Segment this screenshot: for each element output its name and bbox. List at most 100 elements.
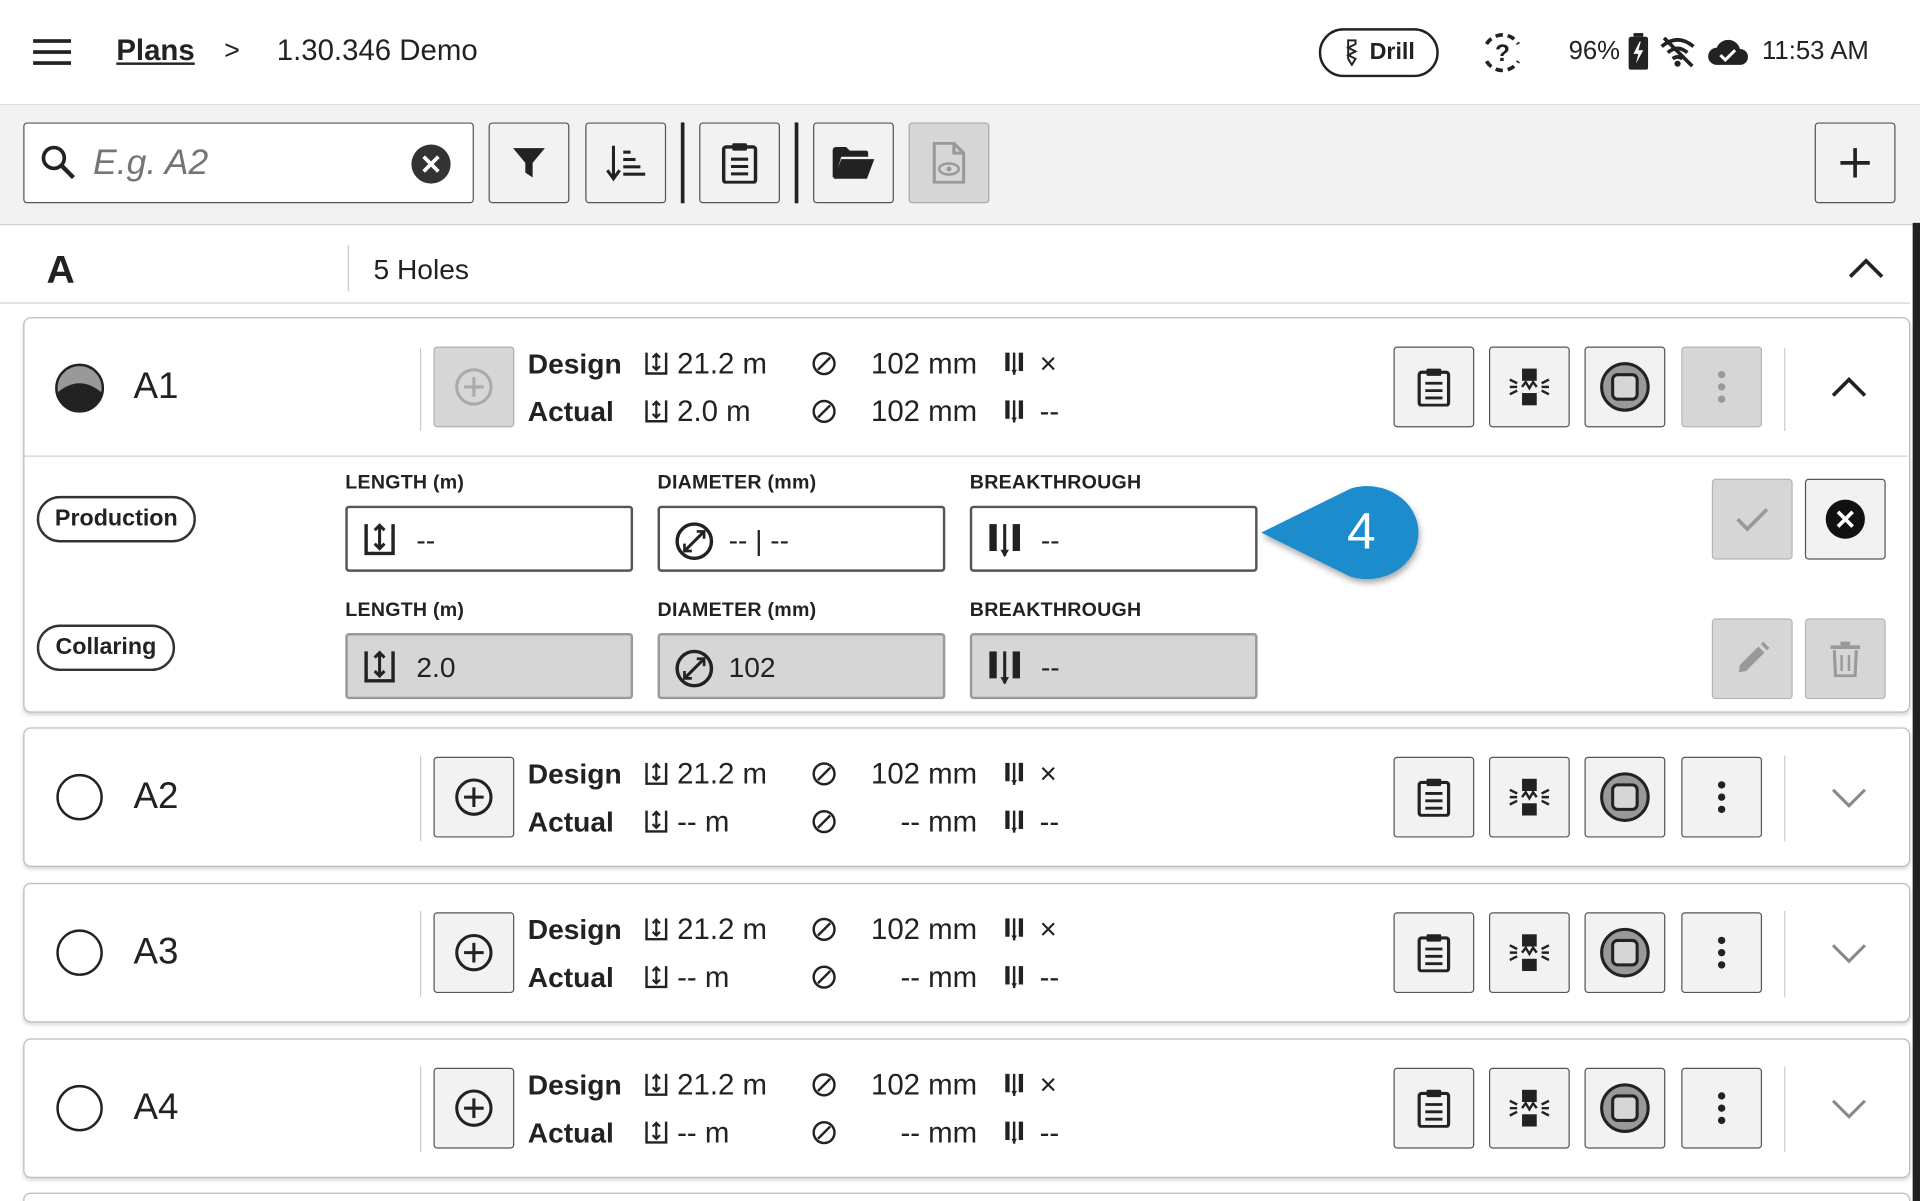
- menu-icon[interactable]: [33, 38, 72, 67]
- search-box[interactable]: [23, 122, 474, 204]
- expand-chevron-icon[interactable]: [1829, 786, 1868, 810]
- more-options-button[interactable]: [1681, 1067, 1763, 1149]
- check-icon: [1736, 508, 1769, 532]
- actual-breakthrough: --: [1039, 1116, 1060, 1150]
- add-hole-button[interactable]: [1814, 122, 1896, 204]
- clear-search-icon[interactable]: [410, 143, 452, 185]
- production-length-input[interactable]: --: [345, 505, 634, 572]
- cancel-button[interactable]: [1804, 478, 1886, 560]
- add-circle-icon: [455, 778, 493, 816]
- breakthrough-button[interactable]: [1488, 756, 1570, 838]
- design-diameter: 102 mm: [870, 347, 978, 381]
- design-breakthrough: ×: [1039, 913, 1057, 947]
- hole-notes-button[interactable]: [1393, 346, 1475, 428]
- clipboard-icon: [1417, 1089, 1451, 1128]
- search-input[interactable]: [93, 138, 400, 188]
- hole-notes-button[interactable]: [1393, 756, 1475, 838]
- breadcrumb-plans-link[interactable]: Plans: [116, 34, 194, 68]
- cloud-done-icon: [1708, 39, 1748, 65]
- stop-button[interactable]: [1584, 912, 1666, 994]
- more-options-button[interactable]: [1681, 912, 1763, 994]
- notes-button[interactable]: [699, 122, 781, 204]
- folder-open-icon: [832, 146, 875, 179]
- stop-button[interactable]: [1584, 346, 1666, 428]
- hole-count: 5 Holes: [373, 253, 469, 286]
- expand-chevron-icon[interactable]: [1829, 1097, 1868, 1121]
- stop-circle-icon: [1600, 1083, 1650, 1133]
- group-header[interactable]: A 5 Holes: [0, 232, 1911, 304]
- card-divider: [420, 755, 422, 842]
- clipboard-icon: [1417, 778, 1451, 817]
- hole-card: [23, 1192, 1911, 1201]
- design-length: 21.2 m: [677, 757, 767, 792]
- edit-button[interactable]: [1711, 618, 1793, 700]
- breakthrough-burst-icon: [1509, 1089, 1550, 1127]
- drill-bit-icon: [1345, 39, 1358, 67]
- plus-icon: [1840, 148, 1870, 178]
- scrollbar[interactable]: [1912, 222, 1920, 1201]
- hole-status-radio[interactable]: [56, 1084, 103, 1132]
- battery-charging-icon: [1628, 33, 1649, 70]
- design-diameter: 102 mm: [870, 1068, 978, 1103]
- actual-length: 2.0 m: [677, 395, 751, 429]
- breakthrough-button[interactable]: [1488, 1067, 1570, 1149]
- hole-status-radio[interactable]: [56, 929, 103, 976]
- more-options-button[interactable]: [1681, 346, 1763, 428]
- hole-id: A3: [133, 931, 179, 973]
- add-measurement-button[interactable]: [433, 912, 515, 994]
- add-measurement-button[interactable]: [433, 1067, 515, 1149]
- diameter-icon: [812, 917, 836, 942]
- card-divider: [420, 911, 422, 997]
- confirm-button[interactable]: [1711, 478, 1793, 560]
- production-breakthrough-input[interactable]: --: [969, 505, 1258, 572]
- production-pill: Production: [36, 495, 196, 543]
- collapse-chevron-icon[interactable]: [1847, 256, 1886, 280]
- hole-notes-button[interactable]: [1393, 1067, 1475, 1149]
- diameter-icon: [675, 649, 714, 688]
- production-diameter-value: -- | --: [728, 524, 790, 556]
- open-folder-button[interactable]: [813, 122, 894, 204]
- delete-button[interactable]: [1804, 618, 1886, 700]
- more-options-button[interactable]: [1681, 756, 1763, 838]
- mode-badge[interactable]: Drill: [1318, 28, 1439, 78]
- length-icon: [645, 918, 668, 941]
- add-circle-icon: [455, 933, 493, 972]
- hole-status-radio[interactable]: [56, 773, 103, 821]
- hole-id: A2: [133, 776, 179, 817]
- length-icon: [364, 523, 395, 556]
- stop-button[interactable]: [1584, 756, 1666, 838]
- mode-label: Drill: [1369, 39, 1415, 65]
- design-diameter: 102 mm: [870, 757, 978, 792]
- hole-notes-button[interactable]: [1393, 912, 1475, 994]
- length-icon: [645, 762, 668, 785]
- clipboard-icon: [1417, 368, 1451, 407]
- collapse-chevron-icon[interactable]: [1829, 375, 1868, 399]
- group-divider: [347, 244, 349, 292]
- breakthrough-icon: [989, 651, 1021, 685]
- filter-icon: [513, 148, 545, 178]
- search-icon: [41, 145, 75, 180]
- breakthrough-button[interactable]: [1488, 346, 1570, 428]
- breakthrough-icon: [1005, 352, 1024, 375]
- diameter-icon: [675, 522, 714, 561]
- add-measurement-button[interactable]: [433, 756, 515, 838]
- view-document-button[interactable]: [908, 122, 990, 204]
- design-label: Design: [527, 1068, 622, 1101]
- help-icon[interactable]: ?: [1479, 29, 1526, 76]
- length-header: LENGTH (m): [345, 472, 465, 494]
- production-diameter-input[interactable]: -- | --: [657, 505, 946, 572]
- add-measurement-button[interactable]: [433, 346, 515, 428]
- stop-button[interactable]: [1584, 1067, 1666, 1149]
- breakthrough-icon: [1005, 810, 1024, 833]
- stop-circle-icon: [1600, 362, 1650, 412]
- actual-length: -- m: [677, 961, 730, 995]
- collaring-breakthrough-value: --: [1040, 651, 1060, 684]
- breakthrough-button[interactable]: [1488, 912, 1570, 994]
- clipboard-icon: [721, 143, 758, 184]
- card-divider: [1784, 1066, 1786, 1153]
- filter-button[interactable]: [488, 122, 570, 204]
- sort-button[interactable]: [585, 122, 667, 204]
- design-length: 21.2 m: [677, 347, 767, 381]
- expand-chevron-icon[interactable]: [1829, 942, 1868, 966]
- svg-text:?: ?: [1495, 40, 1510, 67]
